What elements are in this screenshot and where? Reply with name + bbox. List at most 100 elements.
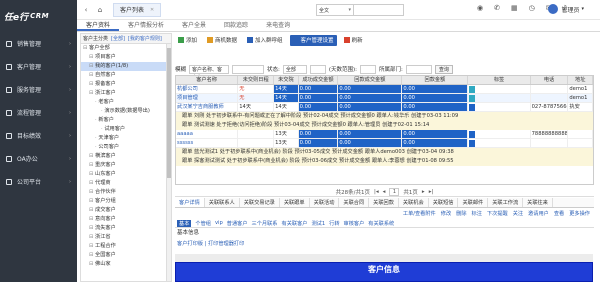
tree-node[interactable]: ⊟ 成交客户 xyxy=(81,206,171,215)
user-menu[interactable]: 管理员 ▾ xyxy=(548,4,584,14)
subnav-item[interactable]: 基本 xyxy=(177,219,192,227)
sidebar-item[interactable]: 服务管理 › xyxy=(0,78,77,101)
tree-node[interactable]: ⊟ 浙江客户 xyxy=(81,89,171,98)
grid-column-header[interactable]: 未交则日程 xyxy=(238,76,275,84)
tree-node[interactable]: · 公司客户 xyxy=(81,143,171,152)
detail-tab[interactable]: 关联邮件 xyxy=(458,198,489,207)
tree-node[interactable]: · 演示数据(数据导出) xyxy=(81,107,171,116)
detail-tab[interactable]: 关联往来 xyxy=(523,198,553,207)
subnav-item[interactable]: 三个月联系 xyxy=(252,220,278,227)
subnav-item[interactable]: 个管组 xyxy=(195,220,211,227)
sidebar-item[interactable]: 流程管理 › xyxy=(0,101,77,124)
grid-column-header[interactable]: 标签 xyxy=(468,76,531,84)
grid-column-header[interactable]: 回款金额 xyxy=(402,76,469,84)
days-max-input[interactable] xyxy=(360,64,377,74)
page-input[interactable]: 1 xyxy=(389,187,400,196)
app-logo[interactable]: 任e行 CRM xyxy=(0,0,77,32)
tree-node[interactable]: ⊟ 横滨客户 xyxy=(81,152,171,161)
followup-note[interactable]: 跟单 蓝光测试1 处于初步联系中(商业机会) 阶段 预计03-05成交 预计成交… xyxy=(176,148,593,157)
toolbar-button[interactable]: 客户管理设置 xyxy=(289,34,337,46)
subnav-item[interactable]: 普通客户 xyxy=(227,220,248,227)
sidebar-item[interactable]: OA办公 › xyxy=(0,147,77,170)
grid-column-header[interactable]: 客户名称 xyxy=(176,76,239,84)
tree-head-item[interactable]: [全部] xyxy=(111,35,125,42)
location-icon[interactable]: ◉ xyxy=(477,4,483,12)
home-icon[interactable]: ⌂ xyxy=(95,6,105,14)
tree-node[interactable]: ⊟ 工程合作 xyxy=(81,242,171,251)
action-link[interactable]: 标注 xyxy=(472,210,482,217)
tree-node[interactable]: ⊟ 意向客户 xyxy=(81,215,171,224)
subnav-item[interactable]: 有关联客户 xyxy=(282,220,308,227)
subnav-item[interactable]: 审核客户 xyxy=(344,220,365,227)
detail-tab[interactable]: 关联合同 xyxy=(339,198,370,207)
tree-node[interactable]: ⊟ 重庆客户 xyxy=(81,161,171,170)
sub-tab[interactable]: 来电查询 xyxy=(257,20,299,31)
first-page-icon[interactable]: |◂ xyxy=(374,189,379,195)
action-link[interactable]: 更多操作 xyxy=(569,210,590,217)
tree-node[interactable]: ⊟ 报备客户 xyxy=(81,80,171,89)
tree-node[interactable]: ⊟ 代理商 xyxy=(81,179,171,188)
tree-node[interactable]: ⊟ 浙江省 xyxy=(81,233,171,242)
table-row[interactable]: 武汉某宁吉商服教师14天14天0.000.000.00027-87875666,… xyxy=(176,103,593,112)
grid-column-header[interactable]: 回款成交金额 xyxy=(338,76,403,84)
followup-note[interactable]: 跟单 测试测速 处于拒绝(访问拒绝)阶段 预计03-04成交 预计成交金额0 跟… xyxy=(176,121,593,130)
print-links[interactable]: 客户打印版 | 打印管理器打印 xyxy=(175,240,594,249)
tree-head-item[interactable]: [我的客户规则] xyxy=(128,35,162,42)
tree-node[interactable]: ⊟ 自然客户 xyxy=(81,71,171,80)
query-button[interactable]: 查询 xyxy=(434,64,453,74)
last-page-icon[interactable]: ▸| xyxy=(429,189,434,195)
sub-tab[interactable]: 客户情报分析 xyxy=(119,20,173,31)
dept-select[interactable] xyxy=(405,64,432,74)
grid-column-header[interactable]: 地址 xyxy=(568,76,593,84)
detail-tab[interactable]: 客户详情 xyxy=(175,198,205,207)
detail-tab[interactable]: 关联联系人 xyxy=(205,198,240,207)
detail-tab[interactable]: 关联活动 xyxy=(310,198,340,207)
action-link[interactable]: 查看 xyxy=(554,210,564,217)
tree-node[interactable]: ⊟ 合作伙伴 xyxy=(81,188,171,197)
back-icon[interactable]: ‹ xyxy=(81,6,91,14)
followup-note[interactable]: 跟单 刘刚 处于初步联系中-有问题或正在了解中阶段 预计02-04成交 预计成交… xyxy=(176,112,593,121)
action-link[interactable]: 关注 xyxy=(513,210,523,217)
action-link[interactable]: 邀请用户 xyxy=(528,210,549,217)
prev-page-icon[interactable]: ◂ xyxy=(383,189,386,195)
detail-tab[interactable]: 关联机会 xyxy=(399,198,429,207)
action-link[interactable]: 下次提醒 xyxy=(487,210,508,217)
sub-tab[interactable]: 回款追踪 xyxy=(215,20,257,31)
grid-column-header[interactable]: 电话 xyxy=(531,76,569,84)
sidebar-item[interactable]: 客户管理 › xyxy=(0,55,77,78)
tree-node[interactable]: ⊟ 客户分组 xyxy=(81,197,171,206)
subnav-item[interactable]: 测试1 xyxy=(311,220,325,227)
grid-column-header[interactable]: 成功成交金额 xyxy=(299,76,339,84)
sub-tab[interactable]: 客户资料 xyxy=(77,20,120,31)
sidebar-item[interactable]: 销售管理 › xyxy=(0,32,77,55)
tree-node[interactable]: ⊟ 项目客户 xyxy=(81,53,171,62)
tree-scrollbar[interactable] xyxy=(166,44,171,281)
tree-node[interactable]: ⊟ 佛山家 xyxy=(81,260,171,269)
detail-tab[interactable]: 关联工作流 xyxy=(488,198,524,207)
tab-customer-list[interactable]: 客户列表 ✕ xyxy=(113,2,162,17)
toolbar-button[interactable]: 商机数据 xyxy=(204,35,240,46)
close-icon[interactable]: ✕ xyxy=(150,7,154,13)
tree-node[interactable]: ⊟ 山东客户 xyxy=(81,170,171,179)
subnav-item[interactable]: vip xyxy=(215,220,223,226)
toolbar-button[interactable]: 刷新 xyxy=(341,35,366,46)
toolbar-button[interactable]: 添加 xyxy=(175,35,200,46)
sidebar-item[interactable]: 公司平台 › xyxy=(0,170,77,193)
tree-node[interactable]: · 天津客户 xyxy=(81,134,171,143)
clock-icon[interactable]: ◷ xyxy=(529,4,535,12)
detail-tab[interactable]: 关联交易记录 xyxy=(240,198,280,207)
table-row[interactable]: ssssss 13天 0.00 0.00 0.00 xyxy=(176,139,593,148)
tree-node[interactable]: ⊟ 流失客户 xyxy=(81,224,171,233)
tree-node[interactable]: · 老客户 xyxy=(81,98,171,107)
followup-note[interactable]: 跟单 探客测试测试 处于初步联系中(商业机会) 阶段 预计03-06成交 预计成… xyxy=(176,157,593,166)
detail-tab[interactable]: 关联短信 xyxy=(429,198,459,207)
tree-node[interactable]: ⊟ 全国客户 xyxy=(81,251,171,260)
detail-tab[interactable]: 关联跟单 xyxy=(280,198,310,207)
table-row[interactable]: 杭都公司无 14天 0.00 0.00 0.00 demo1 xyxy=(176,85,593,94)
action-link[interactable]: 修改 xyxy=(441,210,451,217)
days-min-input[interactable] xyxy=(309,64,326,74)
filter-keyword-input[interactable] xyxy=(232,64,265,74)
next-page-icon[interactable]: ▸ xyxy=(422,189,425,195)
toolbar-button[interactable]: 加入群呼组 xyxy=(244,35,286,46)
search-input[interactable] xyxy=(354,4,404,16)
